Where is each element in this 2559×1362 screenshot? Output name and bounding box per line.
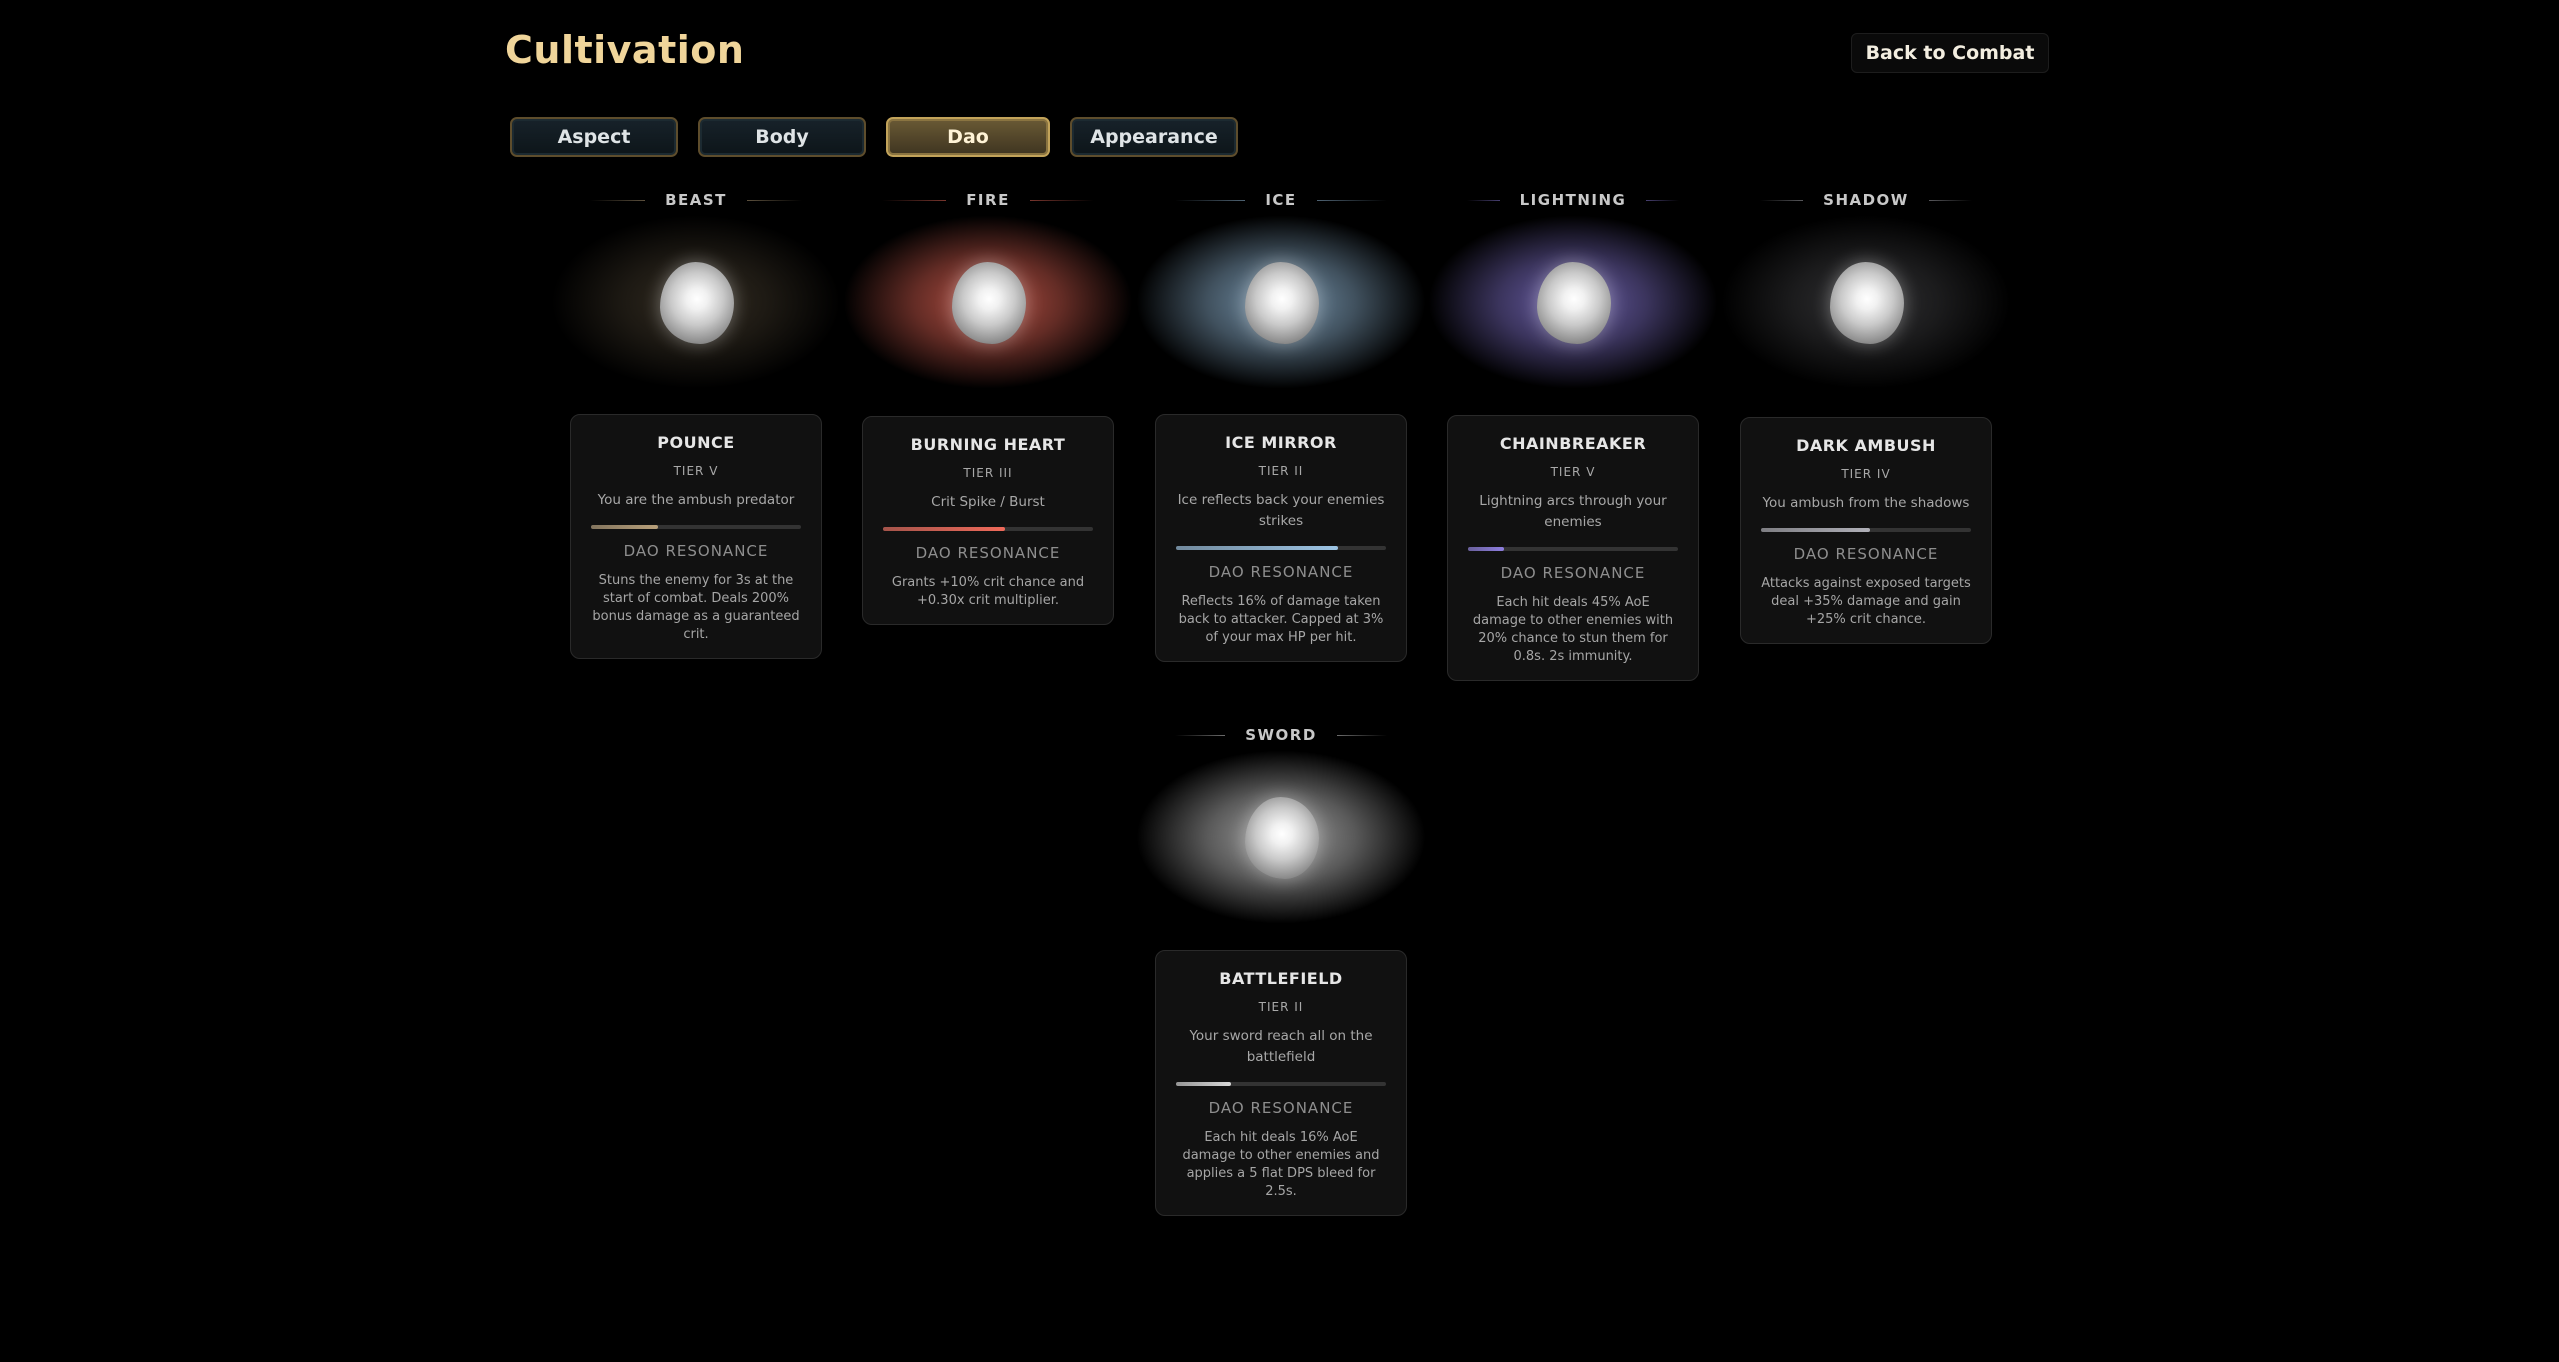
dao-progress-fill [883, 527, 1005, 531]
tab-aspect[interactable]: Aspect [510, 117, 678, 157]
element-label: ICE [1265, 191, 1297, 209]
element-label: SHADOW [1823, 191, 1909, 209]
element-header: LIGHTNING [1447, 190, 1699, 210]
dao-description: Crit Spike / Burst [931, 494, 1045, 510]
dao-orb-icon[interactable] [1537, 262, 1611, 344]
dao-name: DARK AMBUSH [1796, 436, 1936, 455]
dao-progress-bar [883, 527, 1093, 531]
dao-tier: TIER V [673, 464, 719, 478]
dao-progress-bar [1176, 1082, 1386, 1086]
dao-description: You are the ambush predator [597, 492, 795, 508]
dao-description: You ambush from the shadows [1762, 495, 1970, 511]
dao-resonance-label: DAO RESONANCE [623, 542, 769, 560]
tab-bar: Aspect Body Dao Appearance [510, 117, 1258, 157]
dao-tier: TIER II [1258, 1000, 1304, 1014]
dao-orb-icon[interactable] [1245, 797, 1319, 879]
dao-resonance-label: DAO RESONANCE [1208, 1099, 1354, 1117]
element-header: SWORD [1155, 725, 1407, 745]
dao-progress-bar [1468, 547, 1678, 551]
dao-effect: Reflects 16% of damage taken back to att… [1178, 594, 1384, 645]
dao-tier: TIER V [1550, 465, 1596, 479]
dao-effect: Grants +10% crit chance and +0.30x crit … [891, 575, 1085, 608]
tab-appearance[interactable]: Appearance [1070, 117, 1238, 157]
back-to-combat-button[interactable]: Back to Combat [1851, 33, 2049, 73]
dao-tier: TIER IV [1841, 467, 1891, 481]
element-label: FIRE [966, 191, 1010, 209]
dao-card[interactable]: POUNCE TIER V You are the ambush predato… [570, 414, 822, 659]
dao-name: POUNCE [657, 433, 735, 452]
element-header: BEAST [570, 190, 822, 210]
dao-resonance-label: DAO RESONANCE [1500, 564, 1646, 582]
tab-dao[interactable]: Dao [886, 117, 1050, 157]
dao-progress-bar [1176, 546, 1386, 550]
dao-effect: Stuns the enemy for 3s at the start of c… [592, 573, 800, 642]
page-title: Cultivation [505, 28, 745, 72]
dao-orb-icon[interactable] [660, 262, 734, 344]
element-header: SHADOW [1740, 190, 1992, 210]
dao-name: ICE MIRROR [1225, 433, 1337, 452]
dao-progress-fill [1176, 546, 1338, 550]
dao-name: BURNING HEART [910, 435, 1066, 454]
dao-tier: TIER II [1258, 464, 1304, 478]
tab-body[interactable]: Body [698, 117, 866, 157]
dao-orb-icon[interactable] [1830, 262, 1904, 344]
dao-name: CHAINBREAKER [1499, 434, 1647, 453]
dao-description: Your sword reach all on the battlefield [1189, 1028, 1373, 1065]
dao-progress-fill [1761, 528, 1871, 532]
dao-resonance-label: DAO RESONANCE [1208, 563, 1354, 581]
dao-progress-bar [591, 525, 801, 529]
dao-progress-fill [1468, 547, 1504, 551]
element-label: SWORD [1245, 726, 1317, 744]
dao-progress-fill [1176, 1082, 1231, 1086]
dao-effect: Each hit deals 45% AoE damage to other e… [1472, 595, 1674, 664]
element-label: BEAST [665, 191, 727, 209]
element-label: LIGHTNING [1519, 191, 1627, 209]
dao-resonance-label: DAO RESONANCE [1793, 545, 1939, 563]
dao-card[interactable]: DARK AMBUSH TIER IV You ambush from the … [1740, 417, 1992, 644]
dao-card[interactable]: BATTLEFIELD TIER II Your sword reach all… [1155, 950, 1407, 1216]
dao-progress-fill [591, 525, 659, 529]
element-header: FIRE [862, 190, 1114, 210]
dao-description: Lightning arcs through your enemies [1479, 493, 1667, 530]
dao-effect: Attacks against exposed targets deal +35… [1761, 576, 1971, 627]
dao-card[interactable]: BURNING HEART TIER III Crit Spike / Burs… [862, 416, 1114, 625]
dao-progress-bar [1761, 528, 1971, 532]
dao-effect: Each hit deals 16% AoE damage to other e… [1182, 1130, 1380, 1199]
dao-card[interactable]: ICE MIRROR TIER II Ice reflects back you… [1155, 414, 1407, 662]
element-header: ICE [1155, 190, 1407, 210]
dao-description: Ice reflects back your enemies strikes [1177, 492, 1385, 529]
dao-card[interactable]: CHAINBREAKER TIER V Lightning arcs throu… [1447, 415, 1699, 681]
dao-name: BATTLEFIELD [1219, 969, 1343, 988]
dao-resonance-label: DAO RESONANCE [915, 544, 1061, 562]
dao-orb-icon[interactable] [1245, 262, 1319, 344]
dao-orb-icon[interactable] [952, 262, 1026, 344]
dao-tier: TIER III [963, 466, 1013, 480]
